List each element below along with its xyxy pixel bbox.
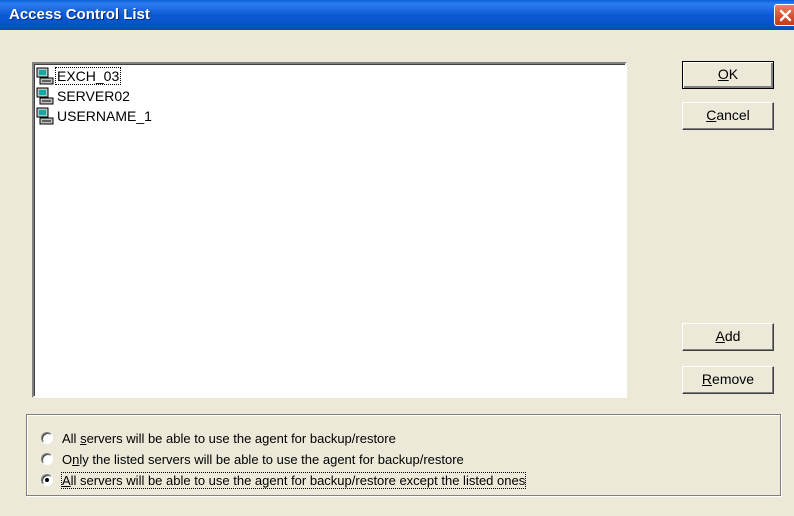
radio-accelerator: A	[62, 472, 71, 488]
cancel-label: ancel	[716, 107, 750, 123]
list-item[interactable]: USERNAME_1	[36, 106, 153, 125]
ok-button[interactable]: OK	[682, 61, 774, 89]
ok-label: K	[728, 66, 739, 82]
radio-button[interactable]	[41, 474, 53, 486]
radio-label: All servers will be able to use the agen…	[62, 431, 396, 446]
radio-label: All servers will be able to use the agen…	[60, 471, 527, 489]
ok-accelerator: O	[717, 66, 729, 82]
cancel-accelerator: C	[706, 107, 717, 123]
add-accelerator: A	[715, 328, 725, 344]
radio-button[interactable]	[41, 453, 53, 465]
radio-button[interactable]	[41, 432, 53, 444]
close-icon	[779, 9, 792, 22]
radio-selected-dot	[45, 478, 49, 482]
add-label: dd	[724, 328, 741, 344]
remove-label: emove	[712, 371, 755, 387]
radio-only-listed[interactable]: Only the listed servers will be able to …	[41, 450, 464, 468]
radio-label: Only the listed servers will be able to …	[62, 452, 464, 467]
list-item[interactable]: EXCH_03	[36, 66, 122, 85]
radio-label-part: All	[62, 430, 81, 446]
window-title: Access Control List	[9, 6, 150, 23]
list-item-label: USERNAME_1	[57, 107, 152, 124]
radio-all-except-listed[interactable]: All servers will be able to use the agen…	[41, 471, 527, 489]
remove-accelerator: R	[701, 371, 713, 387]
server-computer-icon	[36, 87, 54, 104]
access-mode-group: All servers will be able to use the agen…	[26, 414, 781, 496]
list-item-label: SERVER02	[57, 87, 130, 104]
radio-label-part: ll servers will be able to use the agent…	[70, 472, 526, 488]
server-computer-icon	[36, 107, 54, 124]
list-item[interactable]: SERVER02	[36, 86, 131, 105]
server-computer-icon	[36, 67, 54, 84]
access-control-list-dialog: Access Control List EXCH_03 SERVER02 USE…	[0, 0, 794, 516]
remove-button[interactable]: Remove	[682, 366, 774, 394]
server-listbox[interactable]: EXCH_03 SERVER02 USERNAME_1	[32, 62, 627, 398]
title-bar[interactable]: Access Control List	[0, 0, 794, 30]
radio-label-part: O	[62, 451, 73, 467]
add-button[interactable]: Add	[682, 323, 774, 351]
list-item-label: EXCH_03	[54, 66, 122, 85]
radio-label-part: ly the listed servers will be able to us…	[79, 451, 464, 467]
radio-all-servers[interactable]: All servers will be able to use the agen…	[41, 429, 396, 447]
radio-label-part: ervers will be able to use the agent for…	[86, 430, 396, 446]
close-button[interactable]	[774, 4, 794, 26]
cancel-button[interactable]: Cancel	[682, 102, 774, 130]
